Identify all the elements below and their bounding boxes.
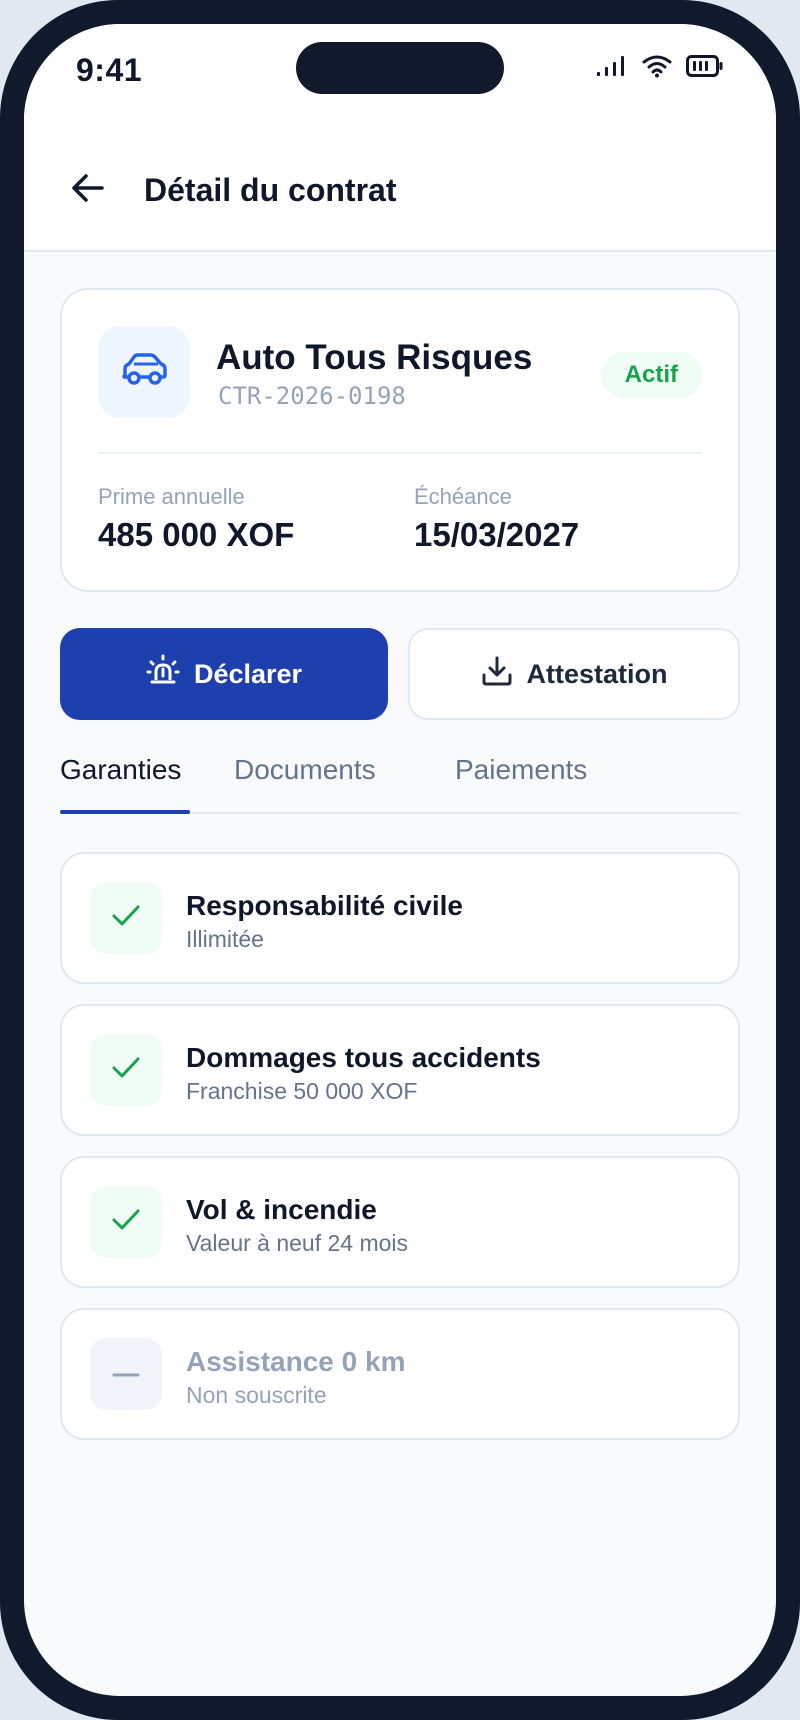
content: Auto Tous Risques CTR-2026-0198 Actif Pr… (60, 288, 740, 1440)
guarantee-item[interactable]: Responsabilité civile Illimitée (60, 852, 740, 984)
siren-icon (146, 654, 180, 695)
due-date-value: 15/03/2027 (414, 516, 580, 553)
wifi-icon (642, 54, 672, 83)
check-icon (111, 1056, 141, 1085)
due-date-label: Échéance (414, 484, 512, 509)
check-icon (111, 1208, 141, 1237)
included-indicator (90, 882, 162, 954)
included-indicator (90, 1034, 162, 1106)
screen: 9:41 Détail du contrat Auto Tous Risques… (24, 24, 776, 1696)
guarantee-title: Vol & incendie (186, 1194, 377, 1225)
guarantee-item[interactable]: Dommages tous accidents Franchise 50 000… (60, 1004, 740, 1136)
app-bar: Détail du contrat (24, 120, 776, 252)
action-buttons: Déclarer Attestation (60, 628, 740, 720)
dynamic-island (296, 42, 504, 94)
guarantee-subtitle: Valeur à neuf 24 mois (186, 1230, 409, 1256)
car-icon (120, 352, 168, 392)
status-time: 9:41 (76, 52, 143, 88)
back-button[interactable] (68, 170, 108, 210)
guarantee-title: Assistance 0 km (186, 1346, 406, 1377)
download-icon (481, 655, 513, 694)
declare-button[interactable]: Déclarer (60, 628, 388, 720)
arrow-left-icon (71, 173, 105, 208)
tab-payments[interactable]: Paiements (455, 754, 587, 786)
battery-icon (686, 54, 724, 83)
tab-documents[interactable]: Documents (234, 754, 376, 786)
attestation-button[interactable]: Attestation (408, 628, 740, 720)
signal-icon (596, 55, 628, 82)
status-badge: Actif (600, 352, 702, 398)
guarantee-list: Responsabilité civile Illimitée Dommages… (60, 852, 740, 1460)
guarantee-item[interactable]: Assistance 0 km Non souscrite (60, 1308, 740, 1440)
guarantee-subtitle: Non souscrite (186, 1382, 327, 1408)
tab-guarantees[interactable]: Garanties (60, 754, 181, 786)
premium-label: Prime annuelle (98, 484, 245, 509)
contract-name: Auto Tous Risques (216, 338, 533, 377)
premium-value: 485 000 XOF (98, 516, 295, 553)
dash-icon (112, 1365, 140, 1383)
declare-button-label: Déclarer (193, 658, 303, 689)
status-bar: 9:41 (24, 24, 776, 120)
guarantee-item[interactable]: Vol & incendie Valeur à neuf 24 mois (60, 1156, 740, 1288)
guarantee-title: Dommages tous accidents (186, 1042, 541, 1073)
active-tab-indicator (60, 810, 190, 814)
included-indicator (90, 1186, 162, 1258)
contract-summary-card: Auto Tous Risques CTR-2026-0198 Actif Pr… (60, 288, 740, 592)
not-included-indicator (90, 1338, 162, 1410)
attestation-button-label: Attestation (526, 658, 668, 689)
page-title: Détail du contrat (144, 172, 397, 208)
check-icon (111, 904, 141, 933)
contract-reference: CTR-2026-0198 (218, 382, 406, 410)
guarantee-subtitle: Illimitée (186, 926, 264, 952)
tab-bar: Garanties Documents Paiements (60, 754, 740, 814)
guarantee-title: Responsabilité civile (186, 890, 463, 921)
status-icons (596, 54, 724, 83)
guarantee-subtitle: Franchise 50 000 XOF (186, 1078, 418, 1104)
phone-frame: 9:41 Détail du contrat Auto Tous Risques… (0, 0, 800, 1720)
car-tile (98, 326, 190, 418)
card-divider (98, 452, 702, 454)
